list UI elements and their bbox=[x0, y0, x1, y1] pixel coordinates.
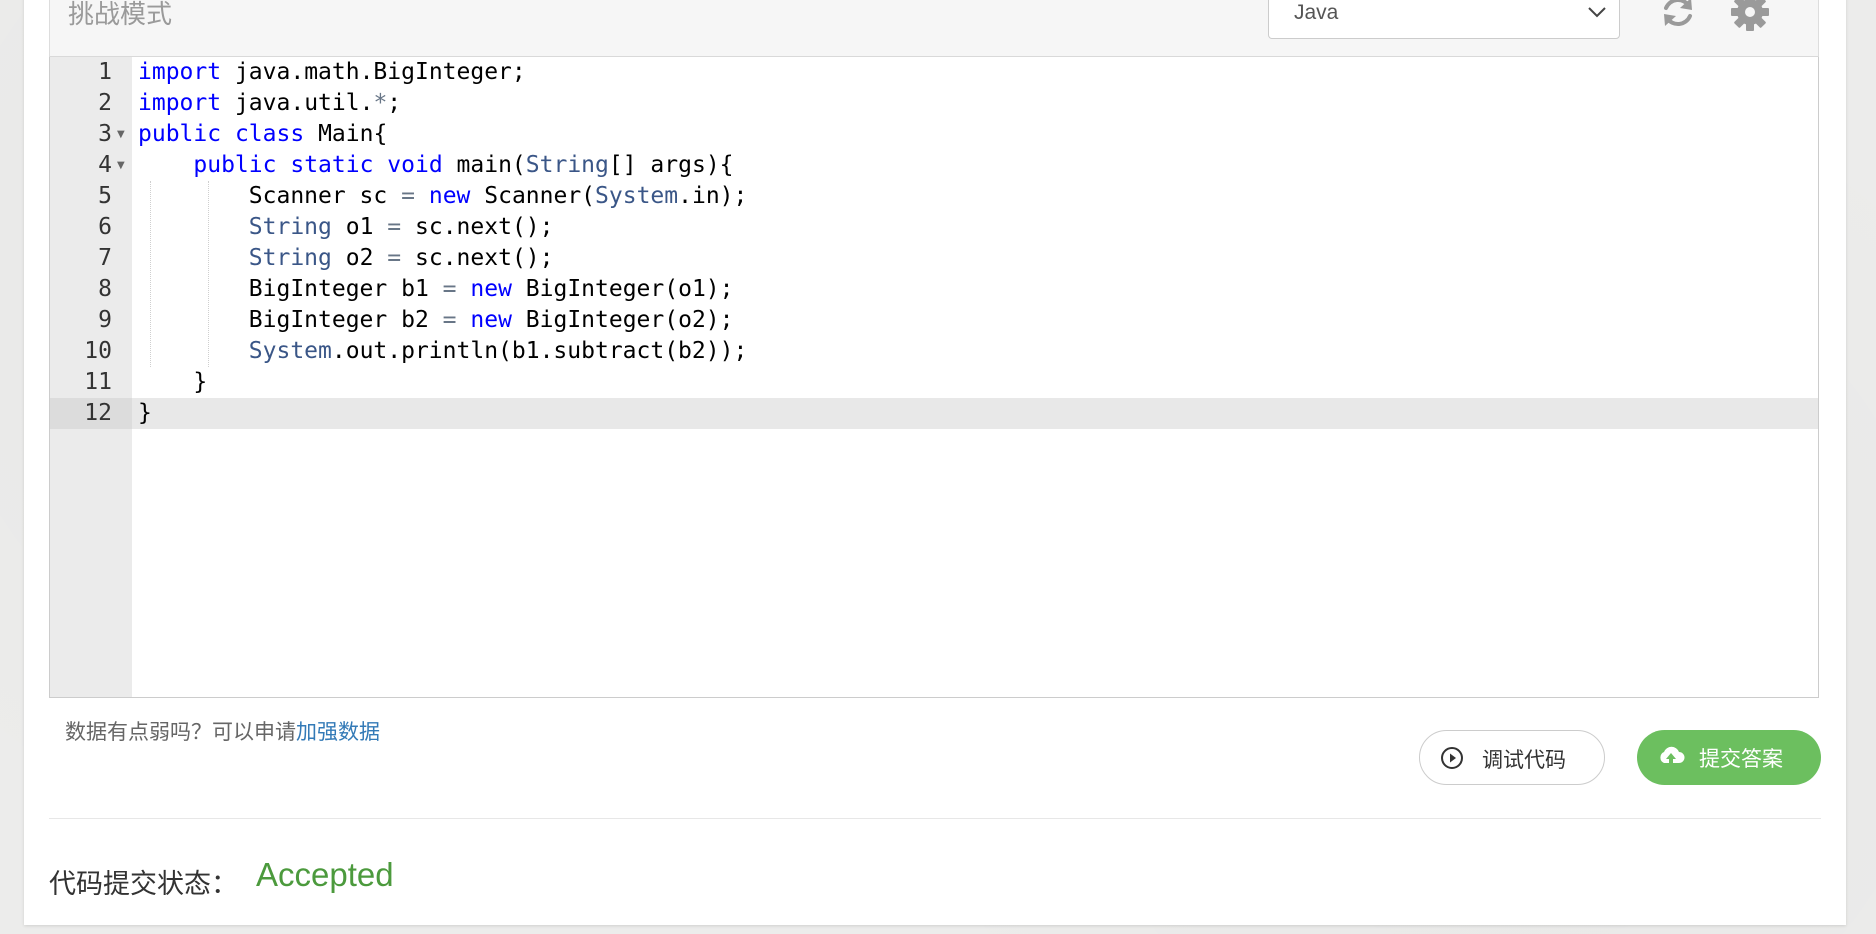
section-divider bbox=[49, 818, 1821, 819]
code-line: public class Main{ bbox=[138, 121, 388, 147]
line-number: 4 bbox=[98, 152, 112, 178]
code-line: } bbox=[138, 400, 152, 426]
play-circle-icon bbox=[1441, 747, 1463, 769]
code-line: Scanner sc = new Scanner(System.in); bbox=[248, 183, 748, 209]
strengthen-data-link[interactable]: 加强数据 bbox=[296, 720, 380, 744]
line-number: 1 bbox=[98, 59, 112, 85]
line-number: 9 bbox=[98, 307, 112, 333]
line-number: 10 bbox=[84, 338, 112, 364]
mode-title: 挑战模式 bbox=[68, 0, 173, 30]
cloud-upload-icon bbox=[1660, 746, 1685, 766]
fold-toggle-icon[interactable]: ▼ bbox=[117, 150, 127, 181]
code-line: } bbox=[193, 369, 208, 395]
line-number: 2 bbox=[98, 90, 112, 116]
code-line: BigInteger b1 = new BigInteger(o1); bbox=[248, 276, 734, 302]
code-line: BigInteger b2 = new BigInteger(o2); bbox=[248, 307, 734, 333]
line-number: 5 bbox=[98, 183, 112, 209]
language-select[interactable]: Java bbox=[1268, 0, 1620, 39]
submit-answer-button[interactable]: 提交答案 bbox=[1637, 730, 1821, 785]
gear-icon[interactable] bbox=[1730, 0, 1770, 32]
refresh-icon[interactable] bbox=[1658, 0, 1698, 32]
data-hint: 数据有点弱吗？可以申请加强数据 bbox=[65, 720, 380, 744]
code-line: public static void main(String[] args){ bbox=[193, 152, 734, 178]
code-editor[interactable]: 1 2 3 ▼ 4 ▼ 5 6 7 8 9 10 11 12 import ja… bbox=[49, 57, 1819, 698]
line-number: 6 bbox=[98, 214, 112, 240]
debug-code-label: 调试代码 bbox=[1482, 748, 1566, 772]
code-line: import java.math.BigInteger; bbox=[138, 59, 526, 85]
chevron-down-icon bbox=[1588, 7, 1606, 18]
code-line: System.out.println(b1.subtract(b2)); bbox=[248, 338, 748, 364]
line-number: 7 bbox=[98, 245, 112, 271]
code-line: String o1 = sc.next(); bbox=[248, 214, 554, 240]
line-number: 12 bbox=[84, 400, 112, 426]
fold-toggle-icon[interactable]: ▼ bbox=[117, 119, 127, 150]
line-number: 8 bbox=[98, 276, 112, 302]
submission-status-value: Accepted bbox=[256, 856, 394, 893]
active-line-highlight bbox=[50, 398, 1818, 429]
code-line: String o2 = sc.next(); bbox=[248, 245, 554, 271]
line-number: 11 bbox=[84, 369, 112, 395]
language-selected-value: Java bbox=[1294, 1, 1339, 24]
code-line: import java.util.*; bbox=[138, 90, 402, 116]
submit-answer-label: 提交答案 bbox=[1699, 747, 1783, 771]
line-number: 3 bbox=[98, 121, 112, 147]
debug-code-button[interactable]: 调试代码 bbox=[1419, 730, 1605, 785]
submission-status-label: 代码提交状态： bbox=[49, 869, 238, 900]
